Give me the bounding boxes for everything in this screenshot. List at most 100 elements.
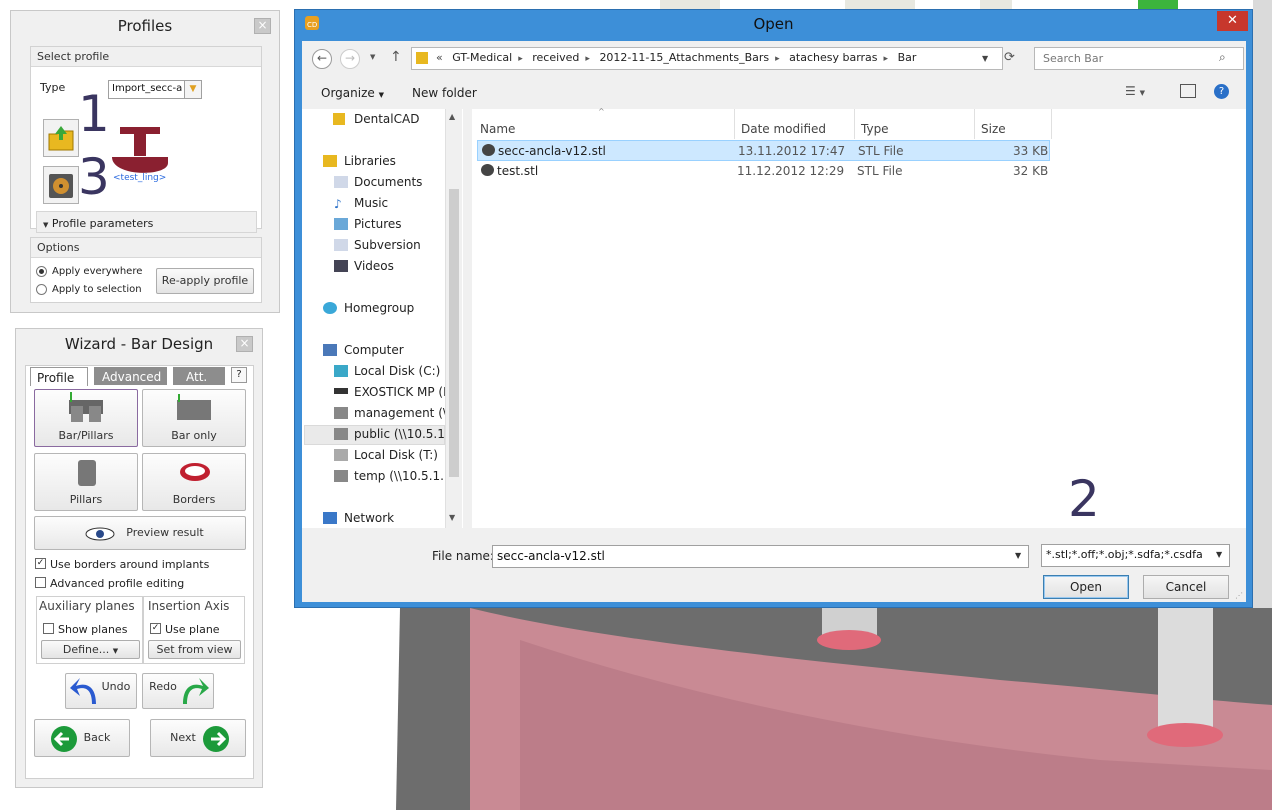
apply-everywhere-radio[interactable] [36, 266, 47, 277]
tree-item-subversion[interactable]: Subversion [354, 238, 421, 252]
tree-item-pictures[interactable]: Pictures [354, 217, 402, 231]
file-name-input[interactable]: secc-ancla-v12.stl [492, 545, 1029, 568]
wizard-close-button[interactable]: × [236, 336, 253, 352]
tree-item-music[interactable]: Music [354, 196, 388, 210]
breadcrumb-attachments-bars[interactable]: 2012-11-15_Attachments_Bars [599, 51, 769, 64]
breadcrumb-separator-icon: ▸ [883, 54, 889, 64]
up-arrow-icon[interactable]: ↑ [390, 49, 402, 65]
show-planes-checkbox[interactable] [43, 623, 54, 634]
search-icon[interactable]: ⌕ [1219, 50, 1226, 65]
open-folder-button[interactable] [43, 119, 79, 157]
file-type-filter-select[interactable]: *.stl;*.off;*.obj;*.sdfa;*.csdfa [1041, 544, 1230, 567]
use-plane-checkbox[interactable]: ✓ [150, 623, 161, 634]
hard-disk-button[interactable] [43, 166, 79, 204]
resize-grip-icon[interactable]: ⋰ [1235, 591, 1243, 600]
bar-only-icon [177, 394, 211, 420]
tree-item-dentalcad[interactable]: DentalCAD [354, 112, 419, 126]
chevron-down-icon[interactable]: ▼ [184, 80, 202, 99]
tree-scrollbar[interactable]: ▲ ▼ [445, 109, 462, 528]
tree-item-computer[interactable]: Computer [344, 343, 404, 357]
column-date-modified[interactable]: Date modified [741, 122, 826, 136]
step-annotation-2: 2 [1068, 470, 1100, 528]
column-divider[interactable] [974, 109, 975, 139]
column-name[interactable]: Name [480, 122, 515, 136]
filter-dropdown-icon[interactable]: ▼ [1216, 550, 1222, 559]
tree-item-videos[interactable]: Videos [354, 259, 394, 273]
define-dropdown-button[interactable]: Define... ▼ [41, 640, 140, 659]
use-plane-label: Use plane [165, 623, 220, 636]
file-row[interactable]: secc-ancla-v12.stl 13.11.2012 17:47 STL … [477, 140, 1050, 161]
cancel-button[interactable]: Cancel [1143, 575, 1229, 599]
breadcrumb-bar[interactable]: Bar [898, 51, 917, 64]
tree-item-exostick[interactable]: EXOSTICK MP (E: [354, 385, 455, 399]
column-divider[interactable] [854, 109, 855, 139]
folder-icon [48, 126, 74, 151]
column-type[interactable]: Type [861, 122, 889, 136]
organize-button[interactable]: Organize ▼ [321, 86, 384, 100]
file-name-label: File name: [432, 549, 494, 563]
column-divider[interactable] [1051, 109, 1052, 139]
breadcrumb-ataches[interactable]: atachesy barras [789, 51, 877, 64]
pillars-tile[interactable]: Pillars [34, 453, 138, 511]
column-size[interactable]: Size [981, 122, 1006, 136]
file-name-value: secc-ancla-v12.stl [497, 549, 605, 563]
tree-item-public[interactable]: public (\\10.5.1.1 [354, 427, 456, 441]
tree-item-network[interactable]: Network [344, 511, 394, 525]
tab-att[interactable]: Att. [173, 367, 225, 385]
recent-locations-icon[interactable]: ▼ [370, 53, 375, 61]
address-bar[interactable]: « GT-Medical ▸ received ▸ 2012-11-15_Attac… [411, 47, 1003, 70]
tab-profile[interactable]: Profile [30, 367, 88, 386]
back-nav-button[interactable]: ← [312, 49, 332, 69]
refresh-icon[interactable]: ⟳ [1004, 50, 1015, 65]
preview-pane-icon[interactable] [1180, 84, 1196, 98]
redo-button[interactable]: Redo [142, 673, 214, 709]
breadcrumb-separator-icon: ▸ [775, 54, 780, 64]
preview-result-button[interactable]: Preview result [34, 516, 246, 550]
type-select-value: Import_secc-a [112, 83, 183, 94]
use-borders-label: Use borders around implants [50, 558, 210, 571]
apply-selection-radio[interactable] [36, 284, 47, 295]
search-input[interactable]: Search Bar [1034, 47, 1244, 70]
forward-nav-button[interactable]: → [340, 49, 360, 69]
breadcrumb-gt-medical[interactable]: GT-Medical [452, 51, 512, 64]
new-folder-button[interactable]: New folder [412, 86, 477, 100]
scroll-thumb[interactable] [449, 189, 459, 477]
reapply-profile-button[interactable]: Re-apply profile [156, 268, 254, 294]
scroll-up-icon[interactable]: ▲ [449, 112, 455, 121]
next-arrow-icon [203, 726, 229, 752]
column-divider[interactable] [734, 109, 735, 139]
tree-item-local-disk-t[interactable]: Local Disk (T:) [354, 448, 438, 462]
next-button[interactable]: Next [150, 719, 246, 757]
advanced-editing-checkbox[interactable] [35, 577, 46, 588]
scroll-down-icon[interactable]: ▼ [449, 513, 455, 522]
set-from-view-button[interactable]: Set from view [148, 640, 241, 659]
help-button[interactable]: ? [231, 367, 247, 383]
tree-item-documents[interactable]: Documents [354, 175, 422, 189]
bar-only-tile[interactable]: Bar only [142, 389, 246, 447]
dialog-close-button[interactable]: ✕ [1217, 11, 1248, 31]
breadcrumb-received[interactable]: received [532, 51, 579, 64]
tree-item-temp[interactable]: temp (\\10.5.1.10 [354, 469, 459, 483]
view-options-icon[interactable]: ☰ ▼ [1125, 84, 1145, 98]
pillars-label: Pillars [69, 493, 103, 506]
profiles-close-button[interactable]: × [254, 18, 271, 34]
insertion-axis-group: Insertion Axis ✓ Use plane Set from view [143, 596, 245, 664]
dialog-title: Open [753, 15, 794, 33]
back-button[interactable]: Back [34, 719, 130, 757]
tree-item-homegroup[interactable]: Homegroup [344, 301, 414, 315]
bar-pillars-tile[interactable]: Bar/Pillars [34, 389, 138, 447]
address-dropdown-icon[interactable]: ▼ [982, 54, 988, 63]
tab-advanced[interactable]: Advanced [94, 367, 167, 385]
open-button[interactable]: Open [1043, 575, 1129, 599]
folder-icon [416, 52, 428, 64]
use-borders-checkbox[interactable]: ✓ [35, 558, 46, 569]
tree-item-libraries[interactable]: Libraries [344, 154, 396, 168]
file-row[interactable]: test.stl 11.12.2012 12:29 STL File 32 KB [477, 161, 1050, 182]
tree-item-local-disk-c[interactable]: Local Disk (C:) [354, 364, 440, 378]
borders-tile[interactable]: Borders [142, 453, 246, 511]
help-icon[interactable]: ? [1214, 84, 1229, 99]
tree-item-management[interactable]: management (\\ [354, 406, 451, 420]
file-name-dropdown-icon[interactable]: ▼ [1015, 551, 1021, 560]
profile-parameters-expander[interactable]: ▼ Profile parameters [36, 211, 257, 233]
tab-att-label: Att. [186, 370, 208, 384]
